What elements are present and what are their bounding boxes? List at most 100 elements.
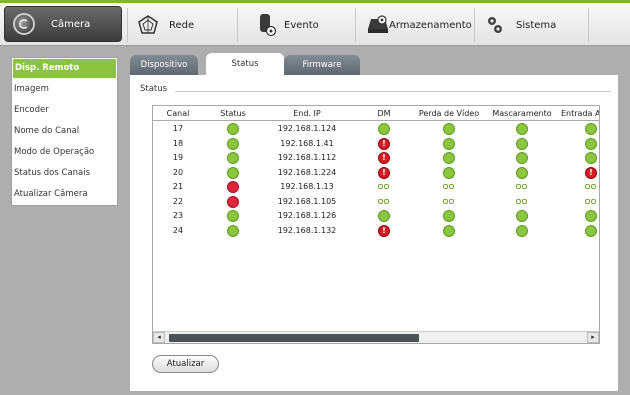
- network-icon: [138, 15, 158, 34]
- channel-number: 20: [172, 167, 184, 177]
- nav-divider: [237, 8, 238, 42]
- ok-status-icon: [516, 224, 528, 237]
- sidebar: Disp. Remoto Imagem Encoder Nome do Cana…: [11, 57, 118, 206]
- offline-status-icon: [227, 181, 239, 193]
- table-row: 20 192.168.1.224!!: [153, 166, 599, 179]
- tab-camera-label: Câmera: [51, 18, 91, 30]
- alert-status-icon: !: [378, 137, 390, 150]
- table-row: 24 192.168.1.132!: [153, 224, 599, 237]
- col-status: Status: [220, 109, 246, 118]
- sidebar-item-image[interactable]: Imagem: [12, 79, 117, 100]
- tab-network[interactable]: Rede: [137, 9, 194, 41]
- ok-status-icon: [443, 166, 455, 179]
- channel-number: 17: [172, 124, 184, 133]
- storage-icon: [368, 15, 388, 33]
- ok-status-icon: [227, 123, 239, 135]
- table-header: Canal Status End. IP DM Perda de Vídeo M…: [153, 107, 600, 120]
- sidebar-item-update-camera[interactable]: Atualizar Câmera: [12, 184, 117, 205]
- ip-address: 192.168.1.13: [280, 182, 334, 191]
- gear-icon: [488, 17, 502, 33]
- sidebar-item-channel-status[interactable]: Status dos Canais: [12, 163, 117, 184]
- ok-status-icon: [227, 137, 239, 150]
- sidebar-item-operation-mode[interactable]: Modo de Operação: [12, 142, 117, 163]
- ip-address: 192.168.1.112: [277, 153, 337, 162]
- col-video-loss: Perda de Vídeo: [418, 109, 480, 118]
- tab-camera[interactable]: Câmera: [4, 6, 122, 42]
- tab-system-label: Sistema: [516, 19, 557, 31]
- col-alarm-input: Entrada A: [561, 109, 600, 118]
- disconnected-link-icon: [378, 184, 390, 190]
- nav-divider: [355, 8, 356, 42]
- sidebar-item-channel-name[interactable]: Nome do Canal: [12, 121, 117, 142]
- tab-event[interactable]: Evento: [258, 9, 319, 41]
- ok-status-icon: [516, 166, 528, 179]
- ok-status-icon: [227, 210, 239, 222]
- channel-number: 18: [172, 138, 184, 148]
- nav-divider: [588, 8, 589, 42]
- offline-status-icon: [227, 195, 239, 208]
- table-row: 22 192.168.1.105: [153, 195, 599, 208]
- ok-status-icon: [443, 210, 455, 222]
- ok-status-icon: [516, 123, 528, 135]
- horizontal-scrollbar[interactable]: ◂ ▸: [153, 331, 599, 343]
- tab-event-label: Evento: [284, 19, 319, 31]
- ok-status-icon: [378, 123, 390, 135]
- disconnected-link-icon: [516, 184, 528, 190]
- ok-status-icon: [585, 137, 597, 150]
- scrollbar-thumb[interactable]: [169, 334, 419, 342]
- sidebar-item-remote-device[interactable]: Disp. Remoto: [13, 59, 116, 78]
- alert-status-icon: !: [378, 166, 390, 179]
- ip-address: 192.168.1.132: [277, 225, 337, 235]
- disconnected-link-icon: [585, 198, 597, 205]
- alert-status-icon: !: [378, 224, 390, 237]
- col-masking: Mascaramento: [492, 109, 552, 118]
- alert-status-icon: !: [378, 152, 390, 164]
- header-divider: [153, 120, 599, 121]
- event-icon: [260, 14, 276, 37]
- tab-firmware[interactable]: Firmware: [284, 55, 360, 75]
- ok-status-icon: [585, 210, 597, 222]
- disconnected-link-icon: [585, 184, 597, 190]
- table-row: 23 192.168.1.126: [153, 209, 599, 222]
- disconnected-link-icon: [443, 184, 455, 190]
- ip-address: 192.168.1.41: [280, 138, 334, 148]
- alert-status-icon: !: [585, 166, 597, 179]
- scroll-right-arrow-icon[interactable]: ▸: [587, 332, 599, 343]
- panel-title: Status: [140, 84, 168, 94]
- channel-number: 19: [172, 153, 184, 162]
- refresh-button[interactable]: Atualizar: [152, 355, 219, 373]
- top-accent-line: [0, 0, 630, 3]
- ok-status-icon: [443, 137, 455, 150]
- table-row: 17 192.168.1.124: [153, 122, 599, 135]
- ok-status-icon: [585, 123, 597, 135]
- ok-status-icon: [227, 224, 239, 237]
- channel-number: 24: [172, 225, 184, 235]
- tab-storage[interactable]: Armazenamento: [367, 9, 472, 41]
- channel-number: 21: [172, 182, 184, 191]
- ok-status-icon: [585, 224, 597, 237]
- tab-status[interactable]: Status: [206, 53, 284, 75]
- disconnected-link-icon: [516, 198, 528, 205]
- disconnected-link-icon: [443, 198, 455, 205]
- ok-status-icon: [378, 210, 390, 222]
- ok-status-icon: [443, 152, 455, 164]
- camera-icon: [13, 13, 35, 35]
- col-ip: End. IP: [293, 109, 321, 118]
- status-table: Canal Status End. IP DM Perda de Vídeo M…: [152, 105, 600, 344]
- table-row: 19 192.168.1.112!: [153, 151, 599, 164]
- tab-device[interactable]: Dispositivo: [130, 55, 198, 75]
- tab-system[interactable]: Sistema: [486, 9, 556, 41]
- tab-network-label: Rede: [169, 19, 195, 31]
- col-channel: Canal: [166, 109, 190, 118]
- ok-status-icon: [516, 152, 528, 164]
- channel-number: 22: [172, 196, 184, 206]
- status-panel: Status Canal Status End. IP DM Perda de …: [130, 75, 618, 391]
- ok-status-icon: [443, 123, 455, 135]
- scroll-left-arrow-icon[interactable]: ◂: [153, 332, 165, 343]
- top-nav-bar: Câmera Rede Evento Armazenamento Sistema: [0, 0, 630, 46]
- ip-address: 192.168.1.126: [277, 211, 337, 220]
- sidebar-item-encoder[interactable]: Encoder: [12, 100, 117, 121]
- ok-status-icon: [443, 224, 455, 237]
- ok-status-icon: [227, 152, 239, 164]
- nav-divider: [127, 8, 128, 42]
